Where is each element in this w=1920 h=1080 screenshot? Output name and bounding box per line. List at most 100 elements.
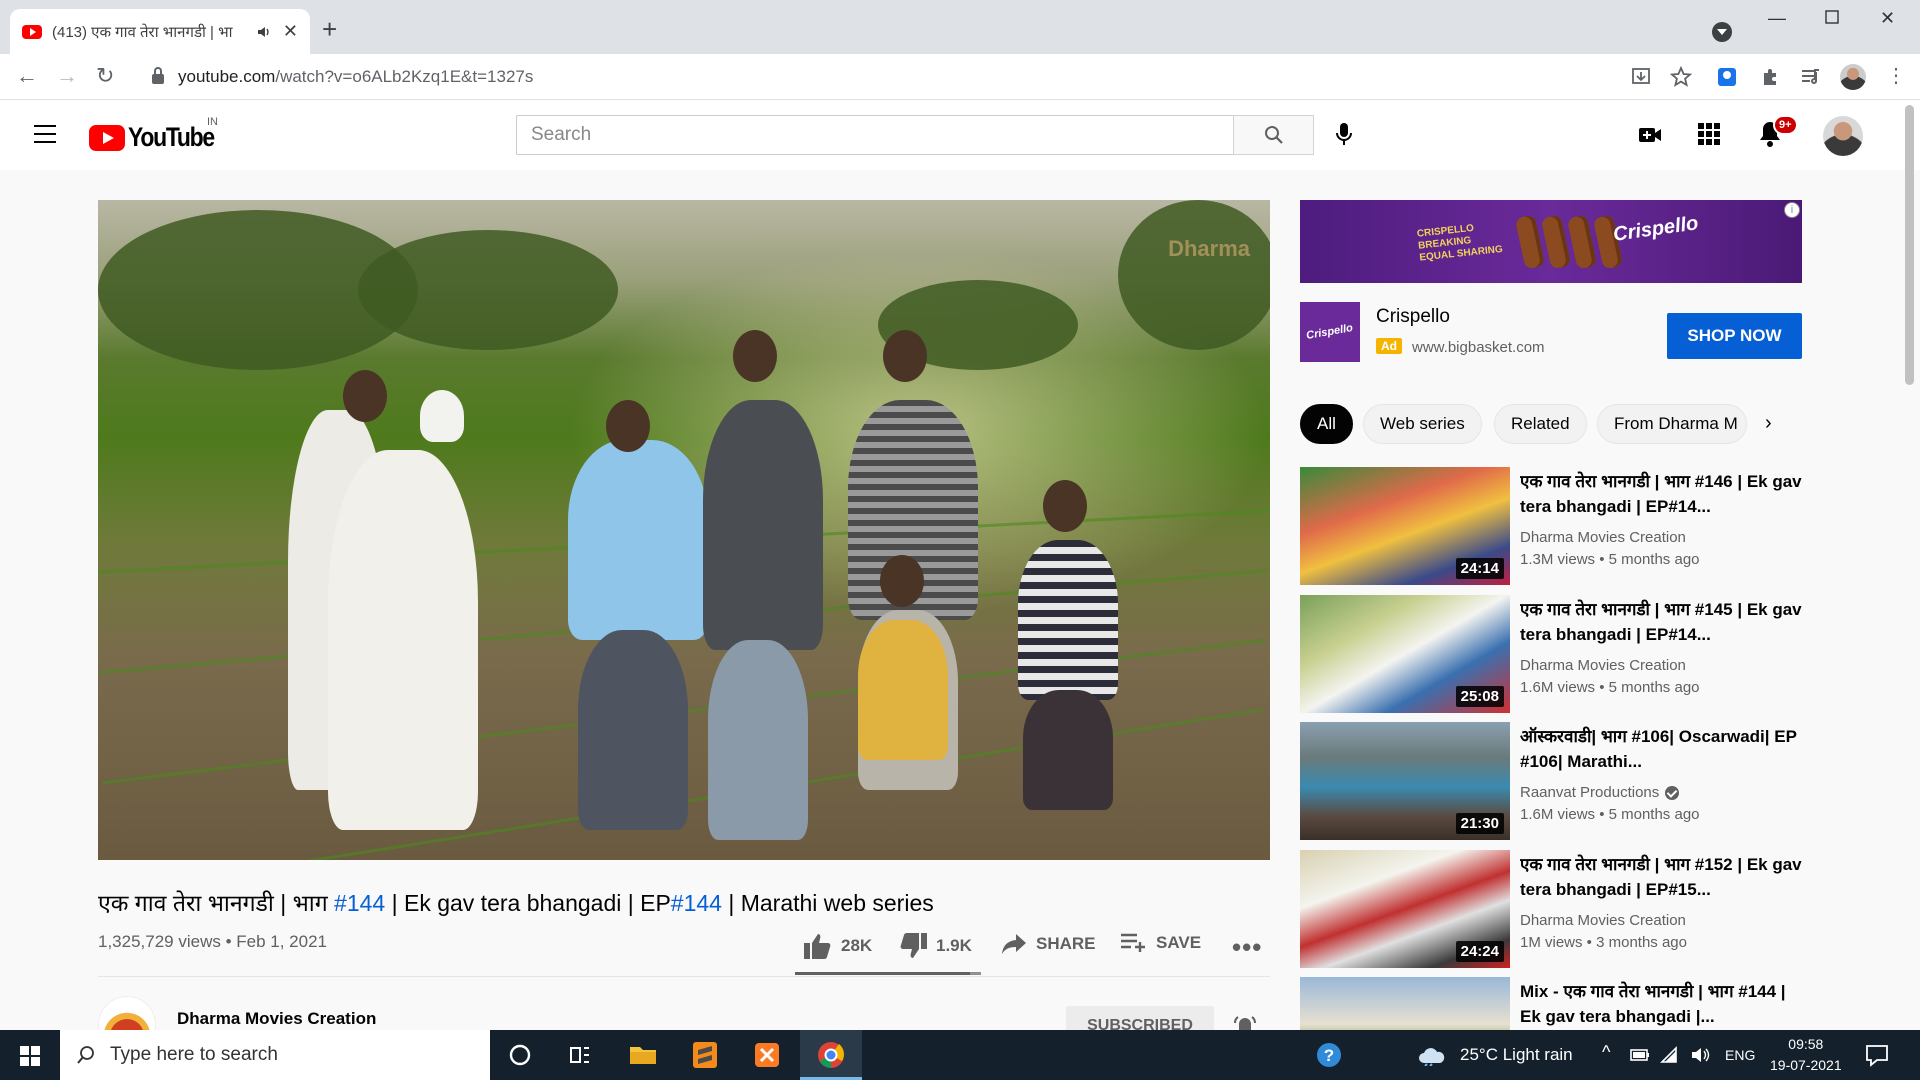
browser-tab-strip: (413) एक गाव तेरा भानगडी | भा ✕ + — ✕: [0, 0, 1920, 54]
weather-cloud-icon[interactable]: [1418, 1044, 1446, 1066]
weather-text[interactable]: 25°C Light rain: [1460, 1045, 1573, 1065]
dislike-button[interactable]: 1.9K: [898, 932, 972, 960]
hashtag-link[interactable]: #144: [671, 890, 722, 916]
video-title: एक गाव तेरा भानगडी | भाग #144 | Ek gav t…: [98, 890, 934, 916]
ad-badge: Ad: [1376, 338, 1402, 354]
tab-search-icon[interactable]: [1712, 22, 1732, 42]
tray-overflow-chevron-icon[interactable]: ^: [1602, 1042, 1610, 1063]
reload-icon[interactable]: ↻: [96, 64, 114, 88]
youtube-header: YouTube IN Search: [0, 100, 1920, 170]
browser-menu-icon[interactable]: ⋮: [1886, 64, 1906, 88]
help-icon[interactable]: ?: [1314, 1040, 1344, 1070]
install-app-icon[interactable]: [1630, 66, 1652, 88]
minimize-icon[interactable]: —: [1768, 8, 1786, 29]
extensions-puzzle-icon[interactable]: [1760, 66, 1782, 88]
taskbar-clock[interactable]: 09:58 19-07-2021: [1770, 1034, 1842, 1076]
recommendation-item[interactable]: 21:30 ऑस्करवाडी| भाग #106| Oscarwadi| EP…: [1300, 722, 1806, 840]
video-player[interactable]: Dharma: [98, 200, 1270, 860]
microphone-icon[interactable]: [1334, 122, 1354, 148]
recommendation-title[interactable]: एक गाव तेरा भानगडी | भाग #152 | Ek gav t…: [1520, 852, 1810, 902]
browser-tab[interactable]: (413) एक गाव तेरा भानगडी | भा ✕: [10, 9, 310, 54]
youtube-logo[interactable]: YouTube IN: [89, 116, 229, 153]
window-close-icon[interactable]: ✕: [1880, 8, 1895, 29]
back-icon[interactable]: ←: [16, 64, 38, 88]
maximize-icon[interactable]: [1825, 10, 1839, 24]
speaker-icon[interactable]: [257, 25, 271, 39]
recommendation-item[interactable]: 24:14 एक गाव तेरा भानगडी | भाग #146 | Ek…: [1300, 467, 1806, 585]
recommendation-title[interactable]: Mix - एक गाव तेरा भानगडी | भाग #144 | Ek…: [1520, 979, 1806, 1029]
ad-banner-image[interactable]: CRISPELLO BREAKING EQUAL SHARING Crispel…: [1300, 200, 1802, 283]
recommendation-item[interactable]: 25:08 एक गाव तेरा भानगडी | भाग #145 | Ek…: [1300, 595, 1806, 713]
url-text[interactable]: youtube.com/watch?v=o6ALb2Kzq1E&t=1327s: [178, 67, 533, 87]
chip-web-series[interactable]: Web series: [1363, 404, 1482, 444]
ad-banner-tagline: CRISPELLO BREAKING EQUAL SHARING: [1416, 222, 1504, 264]
sublime-text-icon[interactable]: [690, 1040, 720, 1070]
divider: [98, 976, 1270, 977]
account-avatar[interactable]: [1823, 116, 1863, 156]
share-button[interactable]: SHARE: [1000, 932, 1096, 956]
thumbs-down-icon: [900, 933, 927, 958]
video-thumbnail[interactable]: 21:30: [1300, 722, 1510, 840]
like-button[interactable]: 28K: [803, 932, 872, 960]
like-dislike-ratio-bar: [795, 972, 981, 975]
search-input[interactable]: Search: [516, 115, 1234, 155]
video-thumbnail[interactable]: 24:14: [1300, 467, 1510, 585]
volume-icon[interactable]: [1690, 1046, 1710, 1064]
hashtag-link[interactable]: #144: [334, 890, 385, 916]
cortana-icon[interactable]: [505, 1040, 535, 1070]
more-actions-icon[interactable]: •••: [1232, 932, 1262, 963]
duration-badge: 21:30: [1455, 813, 1504, 834]
media-control-icon[interactable]: [1800, 66, 1822, 88]
input-language[interactable]: ENG: [1725, 1047, 1755, 1063]
duration-badge: 24:24: [1455, 941, 1504, 962]
address-bar[interactable]: youtube.com/watch?v=o6ALb2Kzq1E&t=1327s: [136, 59, 1646, 95]
recommendation-title[interactable]: ऑस्करवाडी| भाग #106| Oscarwadi| EP #106|…: [1520, 724, 1810, 774]
apps-grid-icon[interactable]: [1697, 122, 1721, 146]
windows-taskbar: Type here to search ? 25°C Light rain ^ …: [0, 1030, 1920, 1080]
windows-start-icon[interactable]: [20, 1046, 40, 1066]
ad-info-icon[interactable]: i: [1784, 202, 1800, 218]
wifi-icon[interactable]: [1660, 1046, 1680, 1064]
chip-from-channel[interactable]: From Dharma M: [1597, 404, 1747, 444]
page-scrollbar[interactable]: [1905, 105, 1914, 385]
create-video-icon[interactable]: [1637, 122, 1663, 148]
action-center-icon[interactable]: [1864, 1042, 1890, 1068]
chip-all[interactable]: All: [1300, 404, 1353, 444]
youtube-favicon-icon: [22, 24, 42, 39]
taskbar-search-box[interactable]: Type here to search: [60, 1030, 490, 1080]
file-explorer-icon[interactable]: [628, 1040, 658, 1070]
forward-icon[interactable]: →: [56, 64, 78, 88]
taskbar-chrome-active[interactable]: [800, 1030, 862, 1080]
video-thumbnail[interactable]: 25:08: [1300, 595, 1510, 713]
recommendation-stats: 1M views • 3 months ago: [1520, 934, 1687, 951]
ad-title[interactable]: Crispello: [1376, 306, 1450, 328]
ad-thumbnail[interactable]: Crispello: [1300, 302, 1360, 362]
extension-app-icon[interactable]: [1716, 66, 1738, 88]
xampp-icon[interactable]: [752, 1040, 782, 1070]
chrome-icon: [818, 1042, 844, 1068]
duration-badge: 24:14: [1455, 558, 1504, 579]
channel-name[interactable]: Dharma Movies Creation: [177, 1009, 376, 1029]
recommendation-item[interactable]: Mix - एक गाव तेरा भानगडी | भाग #144 | Ek…: [1300, 977, 1806, 1030]
video-thumbnail[interactable]: [1300, 977, 1510, 1030]
guide-menu-icon[interactable]: [34, 125, 56, 149]
recommendation-title[interactable]: एक गाव तेरा भानगडी | भाग #145 | Ek gav t…: [1520, 597, 1810, 647]
task-view-icon[interactable]: [565, 1040, 595, 1070]
svg-text:?: ?: [1324, 1046, 1334, 1065]
search-button[interactable]: [1233, 115, 1314, 155]
new-tab-button[interactable]: +: [322, 14, 337, 45]
recommendation-item[interactable]: 24:24 एक गाव तेरा भानगडी | भाग #152 | Ek…: [1300, 850, 1806, 968]
video-thumbnail[interactable]: 24:24: [1300, 850, 1510, 968]
profile-avatar[interactable]: [1840, 64, 1866, 90]
chip-related[interactable]: Related: [1494, 404, 1587, 444]
search-icon: [1264, 126, 1283, 144]
chevron-right-icon[interactable]: ›: [1765, 412, 1772, 435]
recommendation-stats: 1.6M views • 5 months ago: [1520, 679, 1700, 696]
shop-now-button[interactable]: SHOP NOW: [1667, 313, 1802, 359]
recommendation-title[interactable]: एक गाव तेरा भानगडी | भाग #146 | Ek gav t…: [1520, 469, 1810, 519]
save-button[interactable]: SAVE: [1120, 932, 1201, 954]
recommendation-channel: Dharma Movies Creation: [1520, 529, 1686, 546]
bookmark-star-icon[interactable]: [1670, 66, 1692, 88]
battery-icon[interactable]: [1630, 1046, 1650, 1064]
tab-close-icon[interactable]: ✕: [283, 21, 298, 42]
